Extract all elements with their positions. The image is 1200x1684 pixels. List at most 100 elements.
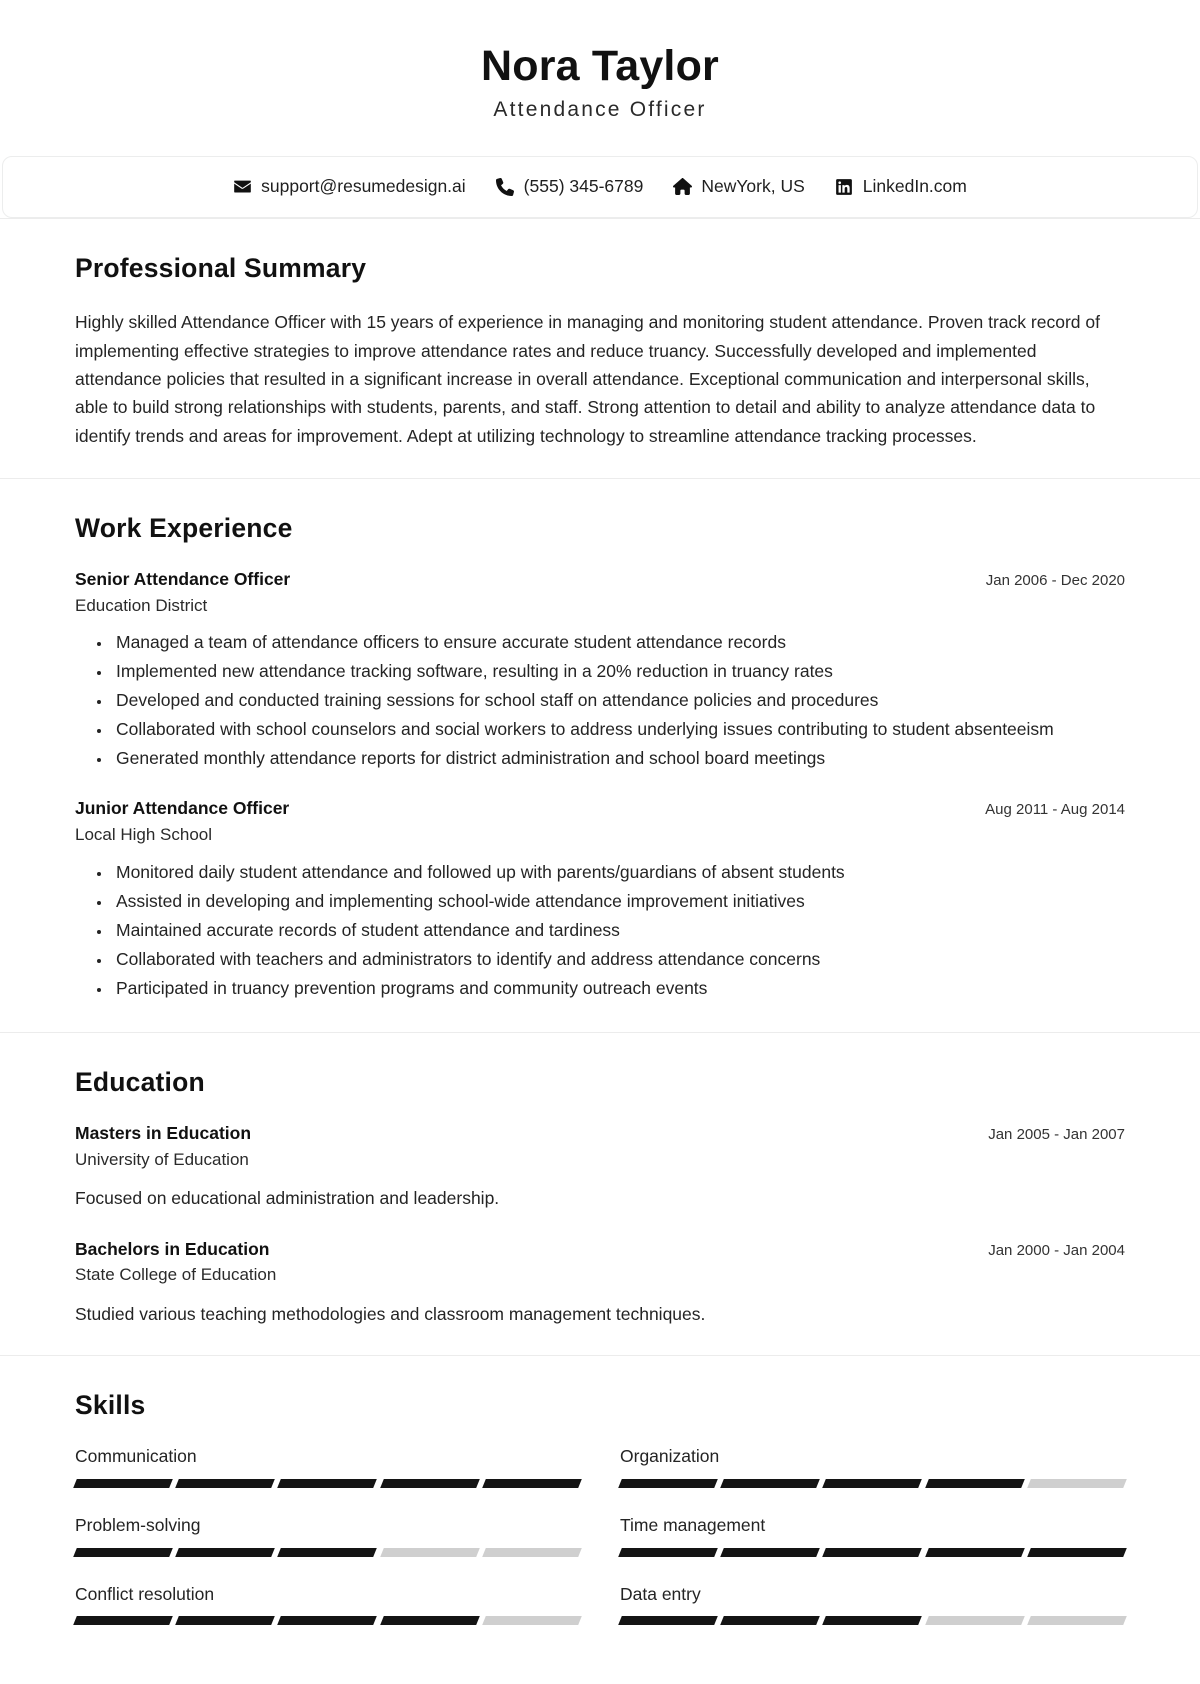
list-item: Implemented new attendance tracking soft… [112,658,1125,684]
skill-level-segment [618,1616,719,1626]
skill-level-segment [175,1616,276,1626]
education-entry-description: Focused on educational administration an… [75,1188,500,1209]
work-entry-org: Education District [75,595,208,615]
skill-item: Time management [618,1514,1127,1557]
skill-level-bar [618,1616,1127,1626]
skill-level-segment [1026,1616,1127,1626]
skill-level-segment [277,1547,378,1557]
list-item: Monitored daily student attendance and f… [112,859,1125,885]
work-entry-bullets: Managed a team of attendance officers to… [75,629,1125,771]
skill-name: Organization [620,1446,720,1467]
work-entry-role: Senior Attendance Officer [75,568,291,589]
contact-linkedin[interactable]: LinkedIn.com [835,176,967,197]
section-skills: Skills Communication Organization Problem-… [0,1355,1200,1653]
skill-item: Data entry [618,1583,1127,1626]
skill-level-segment [73,1547,174,1557]
linkedin-icon [835,177,854,196]
education-entry-degree: Masters in Education [75,1123,252,1144]
section-title-work: Work Experience [75,512,293,543]
education-entry-list: Masters in Education Jan 2005 - Jan 2007… [75,1122,1125,1327]
work-entry: Senior Attendance Officer Jan 2006 - Dec… [75,568,1125,772]
skill-item: Organization [618,1445,1127,1488]
work-entry-date: Jan 2006 - Dec 2020 [985,571,1125,589]
skill-item: Problem-solving [73,1514,582,1557]
skill-level-segment [175,1547,276,1557]
skill-level-segment [175,1478,276,1488]
contact-location[interactable]: NewYork, US [673,176,805,197]
section-title-education: Education [75,1067,205,1098]
list-item: Generated monthly attendance reports for… [112,745,1125,771]
education-entry-date: Jan 2000 - Jan 2004 [988,1241,1125,1259]
education-entry-header: Bachelors in Education Jan 2000 - Jan 20… [75,1238,1125,1262]
education-entry-header: Masters in Education Jan 2005 - Jan 2007 [75,1122,1125,1146]
contact-email-text: support@resumedesign.ai [261,176,466,197]
skill-level-bar [73,1478,582,1488]
skill-name: Conflict resolution [75,1583,215,1604]
contact-linkedin-text: LinkedIn.com [862,176,967,197]
work-entry-date: Aug 2011 - Aug 2014 [985,801,1125,819]
skill-level-bar [73,1616,582,1626]
section-title-skills: Skills [75,1390,146,1421]
skill-level-segment [277,1478,378,1488]
home-icon [673,177,693,196]
resume-page: Nora Taylor Attendance Officer support@r… [0,0,1200,1653]
work-entry-role: Junior Attendance Officer [75,798,290,819]
skill-level-bar [73,1547,582,1557]
skill-level-segment [277,1616,378,1626]
skill-level-segment [720,1547,821,1557]
skill-level-segment [481,1547,582,1557]
education-entry: Masters in Education Jan 2005 - Jan 2007… [75,1122,1125,1212]
skill-level-segment [822,1616,923,1626]
skill-level-bar [618,1478,1127,1488]
skills-grid: Communication Organization Problem-solving… [73,1445,1127,1626]
education-entry: Bachelors in Education Jan 2000 - Jan 20… [75,1238,1125,1328]
skill-name: Data entry [620,1583,701,1604]
contact-phone[interactable]: (555) 345-6789 [496,176,644,197]
contact-phone-text: (555) 345-6789 [523,176,644,197]
skill-level-segment [379,1478,480,1488]
education-entry-description: Studied various teaching methodologies a… [75,1303,706,1324]
education-entry-degree: Bachelors in Education [75,1238,270,1259]
list-item: Participated in truancy prevention progr… [112,975,1125,1001]
list-item: Assisted in developing and implementing … [112,888,1125,914]
list-item: Managed a team of attendance officers to… [112,629,1125,655]
work-entry-bullets: Monitored daily student attendance and f… [75,859,1125,1001]
skill-level-segment [924,1478,1025,1488]
section-education: Education Masters in Education Jan 2005 … [0,1032,1200,1355]
section-title-summary: Professional Summary [75,253,367,284]
list-item: Developed and conducted training session… [112,687,1125,713]
phone-icon [496,177,515,196]
section-work-experience: Work Experience Senior Attendance Office… [0,477,1200,1032]
education-entry-school: University of Education [75,1149,249,1169]
work-entry: Junior Attendance Officer Aug 2011 - Aug… [75,797,1125,1001]
skill-level-segment [73,1616,174,1626]
summary-text: Highly skilled Attendance Officer with 1… [75,312,1100,446]
skill-level-segment [924,1616,1025,1626]
resume-header: Nora Taylor Attendance Officer [0,0,1200,156]
work-entry-header: Senior Attendance Officer Jan 2006 - Dec… [75,568,1125,592]
work-entry-org: Local High School [75,825,213,845]
skill-level-segment [924,1547,1025,1557]
list-item: Collaborated with school counselors and … [112,716,1125,742]
skill-level-segment [822,1547,923,1557]
envelope-icon [233,177,252,196]
skill-name: Time management [620,1514,766,1535]
skill-level-segment [822,1478,923,1488]
skill-level-segment [1026,1547,1127,1557]
contact-location-text: NewYork, US [701,176,805,197]
skill-level-segment [618,1478,719,1488]
skill-name: Problem-solving [75,1514,201,1535]
skill-level-segment [1026,1478,1127,1488]
skill-level-segment [720,1478,821,1488]
list-item: Collaborated with teachers and administr… [112,946,1125,972]
candidate-name: Nora Taylor [481,42,719,90]
skill-level-segment [379,1547,480,1557]
contact-bar: support@resumedesign.ai (555) 345-6789 N… [2,156,1198,219]
work-entry-header: Junior Attendance Officer Aug 2011 - Aug… [75,797,1125,821]
skill-level-segment [618,1547,719,1557]
section-professional-summary: Professional Summary Highly skilled Atte… [0,218,1200,478]
skill-level-segment [379,1616,480,1626]
skill-level-segment [481,1616,582,1626]
contact-email[interactable]: support@resumedesign.ai [233,176,466,197]
skill-item: Communication [73,1445,582,1488]
